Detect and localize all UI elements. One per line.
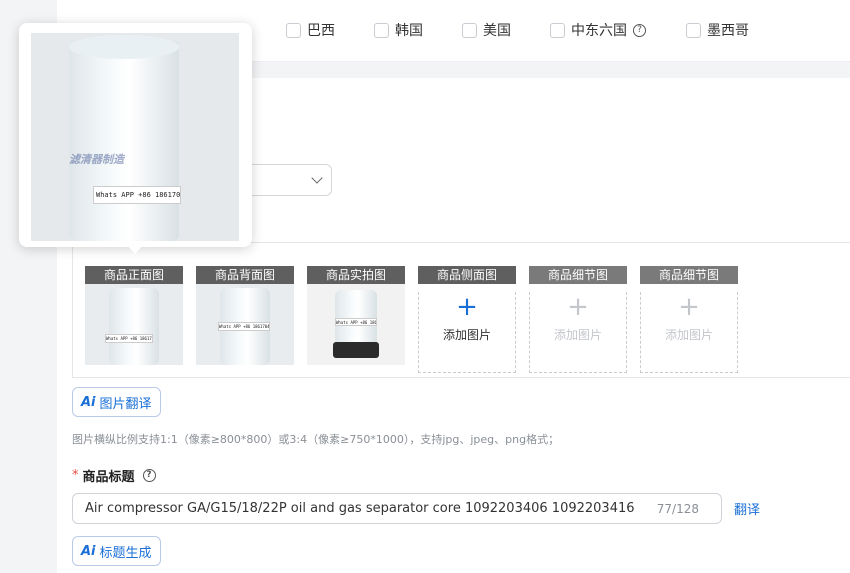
country-label: 巴西	[307, 23, 335, 39]
image-slot-real[interactable]: 商品实拍图 Whats APP +86 18617046688	[307, 266, 405, 365]
add-image-button[interactable]: + 添加图片	[640, 292, 738, 373]
thumbnail-label-text: Whats APP +86 18617046688	[218, 322, 270, 331]
add-image-text: 添加图片	[664, 328, 713, 342]
category-select[interactable]	[245, 164, 332, 196]
watermark-text: 滤清器制造	[69, 153, 124, 166]
slot-label: 商品正面图	[85, 266, 183, 284]
country-label: 墨西哥	[707, 23, 749, 39]
translate-link[interactable]: 翻译	[734, 499, 760, 518]
button-label: 标题生成	[99, 545, 152, 561]
product-title-input[interactable]: Air compressor GA/G15/18/22P oil and gas…	[72, 493, 722, 524]
popover-arrow	[127, 245, 143, 254]
checkbox[interactable]	[550, 22, 565, 38]
plus-icon: +	[678, 292, 700, 322]
country-label: 中东六国	[571, 23, 627, 39]
help-icon[interactable]: ?	[633, 23, 646, 37]
image-slot-detail-1[interactable]: 商品细节图 + 添加图片	[529, 266, 627, 373]
country-option-usa[interactable]: 美国	[462, 20, 511, 40]
ai-image-translate-button[interactable]: Ai 图片翻译	[72, 387, 161, 417]
button-label: 图片翻译	[99, 396, 152, 412]
slot-label: 商品细节图	[640, 266, 738, 284]
image-slot-front[interactable]: 商品正面图 Whats APP +86 18617046688	[85, 266, 183, 365]
image-format-hint: 图片横纵比例支持1:1（像素≥800*800）或3:4（像素≥750*1000）…	[72, 433, 560, 446]
add-image-text: 添加图片	[442, 328, 491, 342]
slot-label: 商品背面图	[196, 266, 294, 284]
image-slot-side[interactable]: 商品侧面图 + 添加图片	[418, 266, 516, 373]
title-field-label: * 商品标题 ?	[72, 466, 156, 485]
required-mark: *	[72, 468, 79, 483]
title-label-text: 商品标题	[82, 470, 135, 485]
plus-icon: +	[567, 292, 589, 322]
slot-label: 商品实拍图	[307, 266, 405, 284]
ai-icon: Ai	[81, 394, 96, 410]
ai-icon: Ai	[81, 543, 96, 559]
thumbnail-label-text: Whats APP +86 18617046688	[105, 334, 153, 343]
chevron-down-icon	[311, 172, 323, 184]
help-icon[interactable]: ?	[142, 469, 156, 482]
checkbox[interactable]	[286, 22, 301, 38]
product-thumbnail[interactable]: Whats APP +86 18617046688	[307, 284, 405, 365]
slot-label: 商品细节图	[529, 266, 627, 284]
image-slot-back[interactable]: 商品背面图 Whats APP +86 18617046688	[196, 266, 294, 365]
plus-icon: +	[456, 292, 478, 322]
title-input-value[interactable]: Air compressor GA/G15/18/22P oil and gas…	[85, 501, 635, 516]
country-option-mexico[interactable]: 墨西哥	[686, 20, 749, 40]
slot-label: 商品侧面图	[418, 266, 516, 284]
preview-image: 滤清器制造 Whats APP +86 18617046688	[31, 33, 239, 241]
product-thumbnail[interactable]: Whats APP +86 18617046688	[85, 284, 183, 365]
add-image-button[interactable]: + 添加图片	[418, 292, 516, 373]
country-label: 美国	[483, 23, 511, 39]
country-label: 韩国	[395, 23, 423, 39]
checkbox[interactable]	[462, 22, 477, 38]
add-image-text: 添加图片	[553, 328, 602, 342]
country-option-korea[interactable]: 韩国	[374, 20, 423, 40]
checkbox[interactable]	[686, 22, 701, 38]
ai-title-generate-button[interactable]: Ai 标题生成	[72, 536, 161, 566]
add-image-button[interactable]: + 添加图片	[529, 292, 627, 373]
image-slot-detail-2[interactable]: 商品细节图 + 添加图片	[640, 266, 738, 373]
thumbnail-label-text: Whats APP +86 18617046688	[335, 318, 377, 326]
product-thumbnail[interactable]: Whats APP +86 18617046688	[196, 284, 294, 365]
char-counter: 77/128	[656, 502, 699, 516]
image-preview-popover: 滤清器制造 Whats APP +86 18617046688	[19, 23, 252, 247]
country-option-brazil[interactable]: 巴西	[286, 20, 335, 40]
checkbox[interactable]	[374, 22, 389, 38]
country-option-middle-east[interactable]: 中东六国 ?	[550, 20, 646, 40]
product-sticker-text: Whats APP +86 18617046688	[93, 186, 181, 204]
